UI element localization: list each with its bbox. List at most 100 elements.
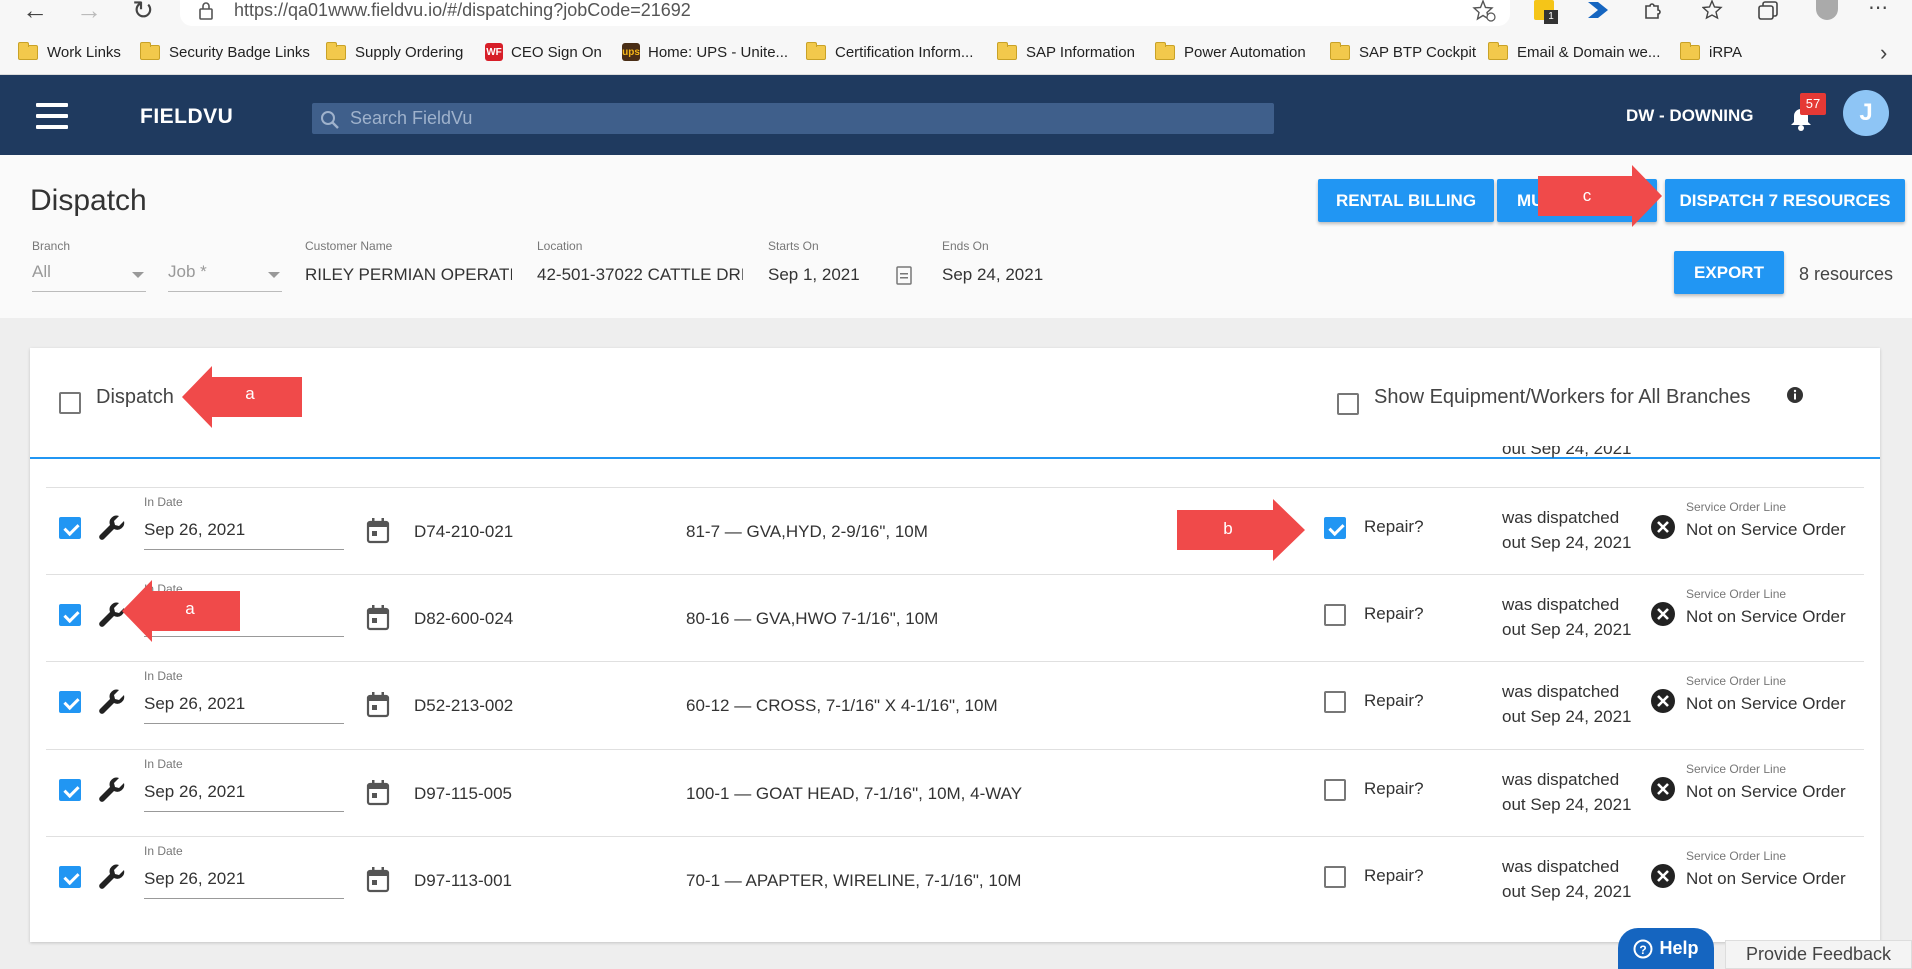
equipment-code: D97-113-001 <box>414 871 512 890</box>
menu-icon[interactable] <box>36 103 68 129</box>
row-select-checkbox[interactable] <box>59 691 81 713</box>
remove-circle-icon[interactable] <box>1650 688 1676 714</box>
table-row: In Date Sep 26, 2021 D97-113-001 70-1 — … <box>46 837 1864 923</box>
export-button[interactable]: EXPORT <box>1674 251 1784 294</box>
row-select-checkbox[interactable] <box>59 866 81 888</box>
calendar-icon[interactable] <box>896 265 912 285</box>
bookmarks-more-chevron-icon[interactable]: › <box>1880 40 1887 66</box>
bookmark-sap-information[interactable]: SAP Information <box>997 40 1135 64</box>
folder-icon <box>1155 41 1175 60</box>
more-options-icon[interactable]: ⋯ <box>1868 0 1888 18</box>
bookmark-security-badge-links[interactable]: Security Badge Links <box>140 40 310 64</box>
help-icon: ? <box>1633 939 1653 958</box>
favorites-icon[interactable] <box>1702 0 1726 20</box>
repair-label: Repair? <box>1364 604 1424 623</box>
repair-checkbox[interactable] <box>1324 517 1346 539</box>
in-date-field[interactable]: Sep 26, 2021 <box>144 694 245 714</box>
remove-circle-icon[interactable] <box>1650 863 1676 889</box>
row-select-checkbox[interactable] <box>59 604 81 626</box>
equipment-description: 80-16 — GVA,HWO 7-1/16", 10M <box>686 609 939 628</box>
annotation-label-c: c <box>1582 186 1592 205</box>
row-select-checkbox[interactable] <box>59 779 81 801</box>
bookmark-power-automation[interactable]: Power Automation <box>1155 40 1306 64</box>
annotation-label-b: b <box>1223 519 1233 538</box>
search-input[interactable] <box>312 103 1274 134</box>
ends-on-field[interactable]: Sep 24, 2021 <box>942 265 1043 285</box>
add-favorite-icon[interactable] <box>1472 0 1496 22</box>
brand-logo[interactable]: FIELDVU <box>140 105 233 129</box>
url-text[interactable]: https://qa01www.fieldvu.io/#/dispatching… <box>234 0 691 20</box>
annotation-arrow-c <box>1538 165 1662 227</box>
in-date-underline <box>144 549 344 550</box>
dispatch-select-all-checkbox[interactable] <box>59 392 81 414</box>
equipment-description: 81-7 — GVA,HYD, 2-9/16", 10M <box>686 522 928 541</box>
equipment-code: D74-210-021 <box>414 522 514 541</box>
in-date-field[interactable]: Sep 26, 2021 <box>144 520 245 540</box>
branch-selector[interactable]: DW - DOWNING <box>1626 106 1753 126</box>
bookmark-irpa[interactable]: iRPA <box>1680 40 1742 64</box>
bookmark-email-domain[interactable]: Email & Domain we... <box>1488 40 1660 64</box>
rental-billing-button[interactable]: RENTAL BILLING <box>1318 179 1494 222</box>
dispatch-status-line2: out Sep 24, 2021 <box>1502 795 1632 814</box>
job-select[interactable]: Job * <box>168 262 282 292</box>
bookmark-certification[interactable]: Certification Inform... <box>806 40 973 64</box>
repair-checkbox[interactable] <box>1324 866 1346 888</box>
repair-checkbox[interactable] <box>1324 604 1346 626</box>
branch-select[interactable]: All <box>32 262 146 292</box>
in-date-field[interactable]: Sep 26, 2021 <box>144 869 245 889</box>
bookmark-supply-ordering[interactable]: Supply Ordering <box>326 40 463 64</box>
forward-arrow-icon[interactable]: → <box>74 0 104 23</box>
dispatch-status-line1: was dispatched <box>1502 595 1620 614</box>
service-order-status: Not on Service Order <box>1686 782 1846 801</box>
in-date-label: In Date <box>144 844 183 858</box>
location-label: Location <box>537 239 583 253</box>
bookmark-ups-home[interactable]: ups Home: UPS - Unite... <box>622 40 788 64</box>
show-all-branches-checkbox[interactable] <box>1337 393 1359 415</box>
customer-name-field[interactable]: RILEY PERMIAN OPERATING <box>305 265 512 285</box>
power-automate-icon[interactable] <box>1586 0 1610 20</box>
repair-checkbox[interactable] <box>1324 691 1346 713</box>
service-order-status: Not on Service Order <box>1686 607 1846 626</box>
calendar-icon[interactable] <box>366 518 390 544</box>
bookmark-ceo-sign-on[interactable]: WF CEO Sign On <box>485 40 602 64</box>
equipment-code: D82-600-024 <box>414 609 514 628</box>
bookmark-work-links[interactable]: Work Links <box>18 40 121 64</box>
in-date-label: In Date <box>144 757 183 771</box>
dispatch-status-line1: was dispatched <box>1502 508 1620 527</box>
starts-on-field[interactable]: Sep 1, 2021 <box>768 265 860 285</box>
help-button[interactable]: ? Help <box>1618 928 1714 969</box>
provide-feedback-button[interactable]: Provide Feedback <box>1725 940 1912 969</box>
extension-badge: 1 <box>1544 10 1558 24</box>
calendar-icon[interactable] <box>366 692 390 718</box>
user-avatar[interactable]: J <box>1843 90 1889 136</box>
equipment-description: 100-1 — GOAT HEAD, 7-1/16", 10M, 4-WAY <box>686 784 1023 803</box>
dispatch-status-line2: out Sep 24, 2021 <box>1502 707 1632 726</box>
bookmark-sap-btp-cockpit[interactable]: SAP BTP Cockpit <box>1330 40 1476 64</box>
location-field[interactable]: 42-501-37022 CATTLE DRIVE <box>537 265 743 285</box>
calendar-icon[interactable] <box>366 780 390 806</box>
svg-text:?: ? <box>1640 943 1647 957</box>
service-order-line-label: Service Order Line <box>1686 762 1787 776</box>
extensions-icon[interactable] <box>1642 0 1664 20</box>
repair-label: Repair? <box>1364 779 1424 798</box>
remove-circle-icon[interactable] <box>1650 776 1676 802</box>
back-arrow-icon[interactable]: ← <box>20 0 50 23</box>
calendar-icon[interactable] <box>366 605 390 631</box>
service-order-status: Not on Service Order <box>1686 694 1846 713</box>
row-select-checkbox[interactable] <box>59 517 81 539</box>
refresh-icon[interactable]: ↻ <box>128 0 158 23</box>
remove-circle-icon[interactable] <box>1650 601 1676 627</box>
notification-count-badge: 57 <box>1800 93 1826 115</box>
folder-icon <box>806 41 826 60</box>
remove-circle-icon[interactable] <box>1650 514 1676 540</box>
wf-icon: WF <box>485 43 503 61</box>
dispatch-status-line2: out Sep 24, 2021 <box>1502 533 1632 552</box>
calendar-icon[interactable] <box>366 867 390 893</box>
repair-checkbox[interactable] <box>1324 779 1346 801</box>
annotation-arrow-b <box>1177 499 1305 561</box>
collections-icon[interactable] <box>1758 0 1780 20</box>
dispatch-resources-button[interactable]: DISPATCH 7 RESOURCES <box>1665 179 1905 222</box>
in-date-label: In Date <box>144 669 183 683</box>
in-date-field[interactable]: Sep 26, 2021 <box>144 782 245 802</box>
info-icon[interactable] <box>1786 386 1804 404</box>
